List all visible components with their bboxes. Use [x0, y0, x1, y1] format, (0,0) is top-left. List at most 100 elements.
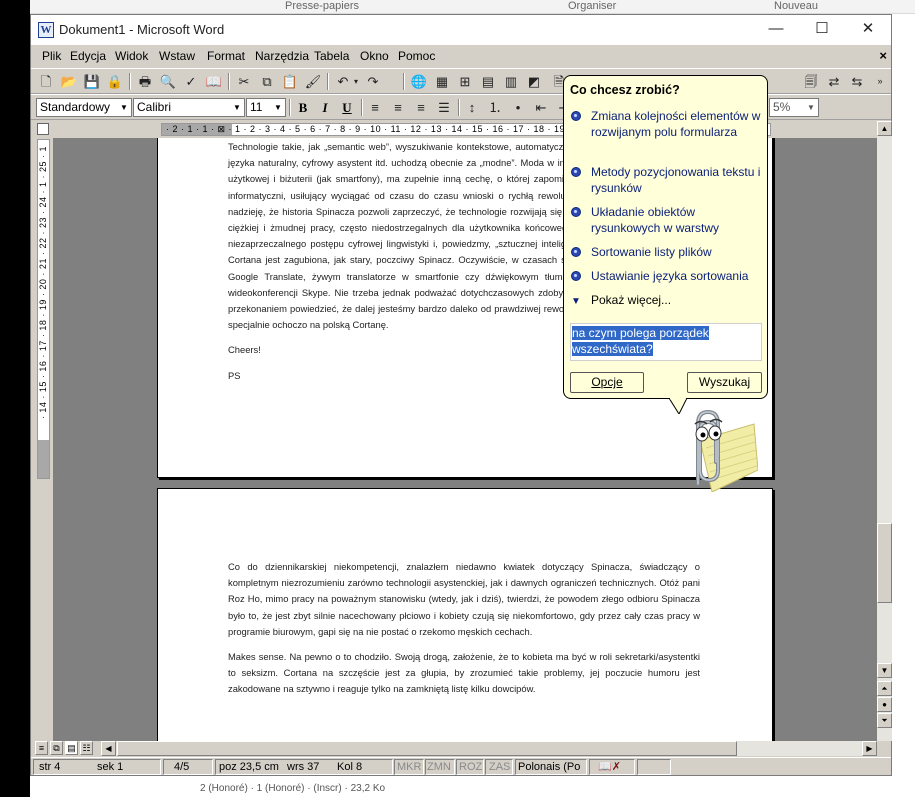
menu-pomoc[interactable]: Pomoc — [398, 49, 435, 63]
menu-wstaw[interactable]: Wstaw — [159, 49, 195, 63]
scroll-down-button[interactable]: ▼ — [877, 663, 892, 678]
open-folder-icon[interactable]: 📂 — [59, 72, 79, 91]
menu-edycja[interactable]: Edycja — [70, 49, 106, 63]
previous-page-button[interactable]: ⏶ — [877, 681, 892, 696]
align-center-icon[interactable]: ≡ — [388, 98, 408, 117]
permission-icon[interactable]: 🔒 — [105, 72, 125, 91]
assistant-topic[interactable]: Sortowanie listy plików — [571, 244, 763, 260]
print-icon[interactable]: 🖶 — [135, 72, 155, 91]
scroll-right-button[interactable]: ▶ — [862, 741, 877, 756]
font-size-dropdown[interactable]: 11 ▼ — [246, 98, 286, 117]
minimize-button[interactable]: — — [753, 15, 799, 45]
page-text[interactable]: Co do dziennikarskiej niekompetencji, zn… — [228, 559, 700, 698]
menu-narzedzia[interactable]: Narzędzia — [255, 49, 309, 63]
menu-okno[interactable]: Okno — [360, 49, 389, 63]
paste-icon[interactable]: 📋 — [280, 72, 300, 91]
assistant-topic[interactable]: Zmiana kolejności elementów w rozwijanym… — [571, 108, 763, 156]
close-button[interactable]: ✕ — [845, 15, 891, 45]
browse-object-button[interactable]: ● — [877, 697, 892, 712]
undo-icon[interactable]: ↶ — [333, 72, 353, 91]
columns-icon[interactable]: ▥ — [501, 72, 521, 91]
document-page[interactable]: Co do dziennikarskiej niekompetencji, zn… — [157, 488, 773, 741]
decrease-indent-icon[interactable]: ⇤ — [531, 98, 551, 117]
numbering-icon[interactable]: ⒈ — [485, 98, 505, 117]
web-layout-icon[interactable]: ⧉ — [50, 741, 63, 755]
vertical-scrollbar[interactable]: ▲ ▼ ⏶ ● ⏷ — [877, 121, 892, 741]
insert-excel-icon[interactable]: ▤ — [478, 72, 498, 91]
print-preview-icon[interactable]: 🔍 — [158, 72, 178, 91]
toolbar-extra-icon[interactable]: 🗐 — [801, 72, 821, 91]
assistant-topic[interactable]: Metody pozycjonowania tekstu i rysunków — [571, 164, 763, 196]
justify-icon[interactable]: ☰ — [434, 98, 454, 117]
status-ovr[interactable]: ZAS — [489, 760, 510, 775]
assistant-query-text[interactable]: na czym polega porządek wszechświata? — [572, 326, 709, 356]
italic-button[interactable]: I — [315, 98, 335, 117]
assistant-topic-label[interactable]: Układanie obiektów rysunkowych w warstwy — [591, 204, 766, 236]
drawing-icon[interactable]: ◩ — [524, 72, 544, 91]
toolbar-extra-icon[interactable]: ⇄ — [824, 72, 844, 91]
align-left-icon[interactable]: ≡ — [365, 98, 385, 117]
status-trk[interactable]: ZMN — [427, 760, 451, 775]
bullets-icon[interactable]: • — [508, 98, 528, 117]
tab-selector[interactable] — [37, 123, 49, 135]
menu-format[interactable]: Format — [207, 49, 245, 63]
research-icon[interactable]: 📖 — [204, 72, 224, 91]
spelling-status-icon[interactable]: 📖✗ — [598, 760, 621, 775]
align-right-icon[interactable]: ≡ — [411, 98, 431, 117]
horizontal-scroll-thumb[interactable] — [117, 741, 737, 756]
insert-table-icon[interactable]: ⊞ — [455, 72, 475, 91]
menu-plik[interactable]: Plik — [42, 49, 61, 63]
search-button[interactable]: Wyszukaj — [687, 372, 762, 393]
assistant-topic[interactable]: Ustawianie języka sortowania — [571, 268, 763, 284]
vertical-ruler[interactable]: · 14 · 15 · 16 · 17 · 18 · 19 · 20 · 21 … — [35, 139, 51, 741]
scroll-up-button[interactable]: ▲ — [877, 121, 892, 136]
tables-borders-icon[interactable]: ▦ — [432, 72, 452, 91]
title-bar[interactable]: W Dokument1 - Microsoft Word — ☐ ✕ — [31, 15, 891, 45]
vertical-ruler-strip[interactable]: · 14 · 15 · 16 · 17 · 18 · 19 · 20 · 21 … — [37, 139, 50, 479]
word-app-icon[interactable]: W — [38, 22, 54, 38]
paragraph[interactable]: Co do dziennikarskiej niekompetencji, zn… — [228, 559, 700, 640]
menu-widok[interactable]: Widok — [115, 49, 148, 63]
vertical-scroll-thumb[interactable] — [877, 523, 892, 603]
status-language[interactable]: Polonais (Po — [518, 760, 580, 775]
print-layout-icon[interactable]: ▤ — [65, 741, 78, 755]
save-icon[interactable]: 💾 — [82, 72, 102, 91]
show-more-link[interactable]: ▼ Pokaż więcej... — [571, 292, 763, 308]
paragraph[interactable]: Makes sense. Na pewno o to chodziło. Swo… — [228, 649, 700, 698]
underline-button[interactable]: U — [337, 98, 357, 117]
style-dropdown[interactable]: Standardowy ▼ — [36, 98, 132, 117]
clippy-assistant-icon[interactable] — [662, 400, 758, 492]
zoom-dropdown[interactable]: 5% ▼ — [769, 98, 819, 117]
assistant-topic-label[interactable]: Ustawianie języka sortowania — [591, 268, 766, 284]
assistant-query-input[interactable]: na czym polega porządek wszechświata? — [570, 323, 762, 361]
options-button[interactable]: Opcje — [570, 372, 644, 393]
assistant-topic-label[interactable]: Zmiana kolejności elementów w rozwijanym… — [591, 108, 766, 140]
cut-icon[interactable]: ✂ — [234, 72, 254, 91]
new-document-icon[interactable]: 🗋 — [36, 72, 56, 91]
format-painter-icon[interactable]: 🖌 — [303, 72, 323, 91]
toolbar-extra-icon[interactable]: ⇆ — [847, 72, 867, 91]
outline-view-icon[interactable]: ☷ — [80, 741, 93, 755]
assistant-topic-label[interactable]: Sortowanie listy plików — [591, 244, 766, 260]
status-rec[interactable]: MKR — [397, 760, 421, 775]
undo-dropdown-icon[interactable]: ▾ — [351, 72, 361, 91]
hyperlink-icon[interactable]: 🌐 — [409, 72, 429, 91]
menu-tabela[interactable]: Tabela — [314, 49, 349, 63]
normal-view-icon[interactable]: ≡ — [35, 741, 48, 755]
document-close-button[interactable]: × — [879, 48, 887, 63]
assistant-topic-label[interactable]: Metody pozycjonowania tekstu i rysunków — [591, 164, 766, 196]
font-dropdown[interactable]: Calibri ▼ — [133, 98, 245, 117]
toolbar-options-icon[interactable]: » — [870, 72, 890, 91]
next-page-button[interactable]: ⏷ — [877, 713, 892, 728]
scroll-left-button[interactable]: ◀ — [101, 741, 116, 756]
line-spacing-icon[interactable]: ↕ — [462, 98, 482, 117]
bold-button[interactable]: B — [293, 98, 313, 117]
maximize-button[interactable]: ☐ — [799, 15, 845, 45]
spelling-icon[interactable]: ✓ — [181, 72, 201, 91]
redo-icon[interactable]: ↷ — [363, 72, 383, 91]
assistant-topic[interactable]: Układanie obiektów rysunkowych w warstwy — [571, 204, 763, 236]
horizontal-scrollbar[interactable]: ◀ ▶ — [101, 741, 877, 756]
copy-icon[interactable]: ⧉ — [257, 72, 277, 91]
show-more-label[interactable]: Pokaż więcej... — [591, 292, 766, 308]
status-ext[interactable]: ROZ — [459, 760, 482, 775]
